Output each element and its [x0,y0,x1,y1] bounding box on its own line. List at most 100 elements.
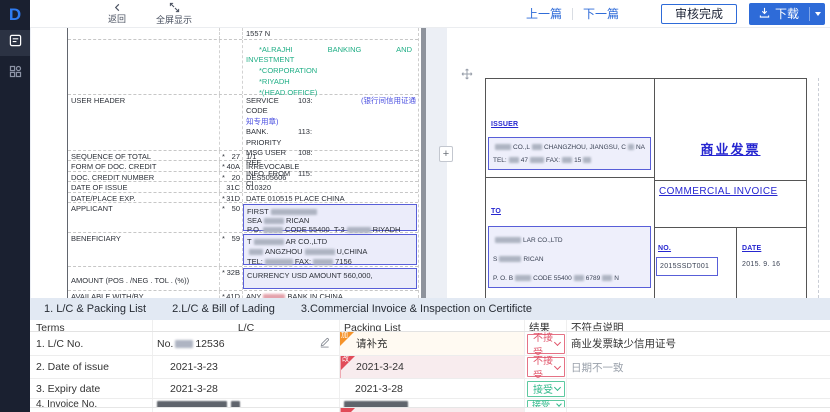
invoice-no-highlight-annotation[interactable]: 2015SSDT001 [656,257,718,276]
invoice-document-panel: ISSUER CO.,LCHANGZHOU, JIANGSU, CNA TEL:… [447,28,830,298]
term-cell: 2. Date of issue [30,356,153,378]
edit-icon[interactable] [319,337,330,351]
review-complete-button[interactable]: 审核完成 [661,4,737,24]
swift-row-available: AVAILABLE WITH/BY *41D ANYBANK IN CHINA [68,291,418,298]
chevron-down-icon [556,401,562,407]
download-icon [759,7,770,21]
swift-row-user-header: USER HEADER SERVICE CODE103:(银行间信用证通 知专用… [68,95,418,151]
bank-stamp-text: (银行间信用证通 [361,96,416,117]
document-compare-area: 1557 N *ALRAJHIBANKINGAND INVESTMENT *CO… [30,28,830,298]
invoice-issuer-cell: ISSUER CO.,LCHANGZHOU, JIANGSU, CNA TEL:… [486,79,654,178]
swift-user-header-values: SERVICE CODE103:(银行间信用证通 知专用章) BANK. PRI… [243,95,418,150]
lc-value-cell: 2021-3-28 [153,379,340,398]
lc-value-cell [153,399,340,408]
added-badge: 加 [340,332,354,346]
header-discrepancy-note: 不符点说明 [567,320,830,332]
invoice-title-cell: 商业发票 [655,79,806,181]
swift-row-amount: AMOUNT (POS . /NEG . TOL . (%)) *32B CUR… [68,267,418,291]
fullscreen-icon [169,2,180,15]
sidebar-item-documents[interactable] [0,30,30,56]
table-row-partial [30,408,830,412]
comparison-section: 1. L/C & Packing List 2.L/C & Bill of La… [30,298,830,412]
to-label: TO [491,208,501,215]
changed-badge: 改 [341,356,355,370]
swift-message-table: 1557 N *ALRAJHIBANKINGAND INVESTMENT *CO… [67,28,419,298]
sidebar: D [0,0,30,412]
download-label: 下载 [775,5,799,22]
discrepancy-note-cell[interactable] [567,379,830,398]
issuer-label: ISSUER [491,121,518,128]
prev-article-link[interactable]: 上一篇 [526,5,562,22]
back-button[interactable]: 返回 [108,3,126,24]
left-panel-scrollbar[interactable] [421,28,426,298]
tab-lc-packing-list[interactable]: 1. L/C & Packing List [44,303,146,315]
result-cell: 不接受 [525,356,567,378]
swift-row-bank: *ALRAJHIBANKINGAND INVESTMENT *CORPORATI… [68,40,418,95]
document-icon [9,34,22,52]
result-select[interactable]: 不接受 [527,357,565,377]
packing-value-cell: 加 请补充 [340,332,525,355]
packing-value-cell: 改 2021-3-24 [340,356,525,378]
lc-value-cell: 2021-3-23 [153,356,340,378]
result-cell: 接受 [525,399,567,408]
result-select[interactable]: 不接受 [527,334,565,354]
app-logo: D [0,0,30,30]
term-cell: 1. L/C No. [30,332,153,355]
discrepancy-note-cell[interactable]: 日期不一致 [567,356,830,378]
swift-bank-block: *ALRAJHIBANKINGAND INVESTMENT *CORPORATI… [243,40,418,94]
back-chevron-icon [113,3,122,14]
swift-row: DATE OF ISSUE 31C 010320 [68,182,418,193]
table-header-row: Terms L/C Packing List 结果 不符点说明 [30,320,830,332]
result-select[interactable]: 接受 [527,381,565,397]
beneficiary-highlight-annotation[interactable]: TAR CO.,LTD ANGZHOUU,CHINA TEL:FAX:7156 [243,234,417,265]
to-highlight-annotation[interactable]: LAR CO.,LTD SRICAN P. O. BCODE 554006789… [488,226,651,288]
caret-down-icon [815,12,821,16]
chevron-down-icon [554,339,561,346]
invoice-no-label: NO. [658,245,671,252]
download-button[interactable]: 下载 [749,3,809,25]
top-toolbar: 返回 全屏显示 上一篇 下一篇 审核完成 下载 [30,0,830,28]
invoice-title-cn: 商业发票 [655,139,806,158]
header-terms: Terms [30,320,153,332]
chevron-down-icon [554,362,561,369]
invoice-table: ISSUER CO.,LCHANGZHOU, JIANGSU, CNA TEL:… [485,78,807,298]
sidebar-item-apps[interactable] [0,61,30,87]
swift-row-partial-top: 1557 N [68,28,418,40]
lc-value-cell: No.12536 [153,332,340,355]
header-result: 结果 [525,320,567,332]
issuer-highlight-annotation[interactable]: CO.,LCHANGZHOU, JIANGSU, CNA TEL:47FAX:1… [488,137,651,170]
invoice-to-cell: TO LAR CO.,LTD SRICAN P. O. BCODE 554006… [486,178,654,298]
invoice-no-cell: NO. 2015SSDT001 [655,228,737,298]
app-grid-icon [9,65,22,83]
invoice-date-cell: DATE 2015. 9. 16 [737,228,806,298]
term-cell: 3. Expiry date [30,379,153,398]
swift-row-beneficiary: BENEFICIARY *59 TAR CO.,LTD ANGZHOUU,CHI… [68,233,418,267]
result-select[interactable]: 接受 [527,400,565,408]
swift-row-applicant: APPLICANT *50 FIRST SEARICAN P.O.CODE 55… [68,203,418,233]
packing-value-cell: 2021-3-28 [340,379,525,398]
invoice-title-en: COMMERCIAL INVOICE [659,186,778,197]
invoice-date-value: 2015. 9. 16 [742,261,780,268]
table-row: 1. L/C No. No.12536 加 请补充 不接受 商业发票缺少信用证号 [30,332,830,356]
swift-row: FORM OF DOC. CREDIT *40A IRREVOCABLE [68,161,418,172]
fullscreen-button[interactable]: 全屏显示 [156,2,192,25]
packing-value-cell [340,399,525,408]
discrepancy-note-cell[interactable]: 商业发票缺少信用证号 [567,332,830,355]
result-cell: 接受 [525,379,567,398]
move-handle-icon[interactable] [461,67,473,85]
header-packing-list: Packing List [340,320,525,332]
swift-top-value: 1557 N [243,28,418,39]
zoom-in-button[interactable]: + [439,146,453,162]
invoice-date-label: DATE [742,245,761,252]
tab-lc-bill-of-lading[interactable]: 2.L/C & Bill of Lading [172,303,275,315]
invoice-subtitle-cell: COMMERCIAL INVOICE [655,181,806,228]
next-article-link[interactable]: 下一篇 [583,5,619,22]
chevron-down-icon [554,384,561,391]
toolbar-separator [572,8,573,20]
applicant-highlight-annotation[interactable]: FIRST SEARICAN P.O.CODE 55400 T-3RIYADH [243,204,417,231]
toolbar-actions: 上一篇 下一篇 审核完成 下载 [526,3,830,25]
discrepancy-note-cell[interactable] [567,399,830,408]
tab-commercial-invoice[interactable]: 3.Commercial Invoice & Inspection on Cer… [301,303,532,315]
amount-highlight-annotation[interactable]: CURRENCY USD AMOUNT 560,000, [243,268,417,289]
download-dropdown-button[interactable] [810,3,825,25]
